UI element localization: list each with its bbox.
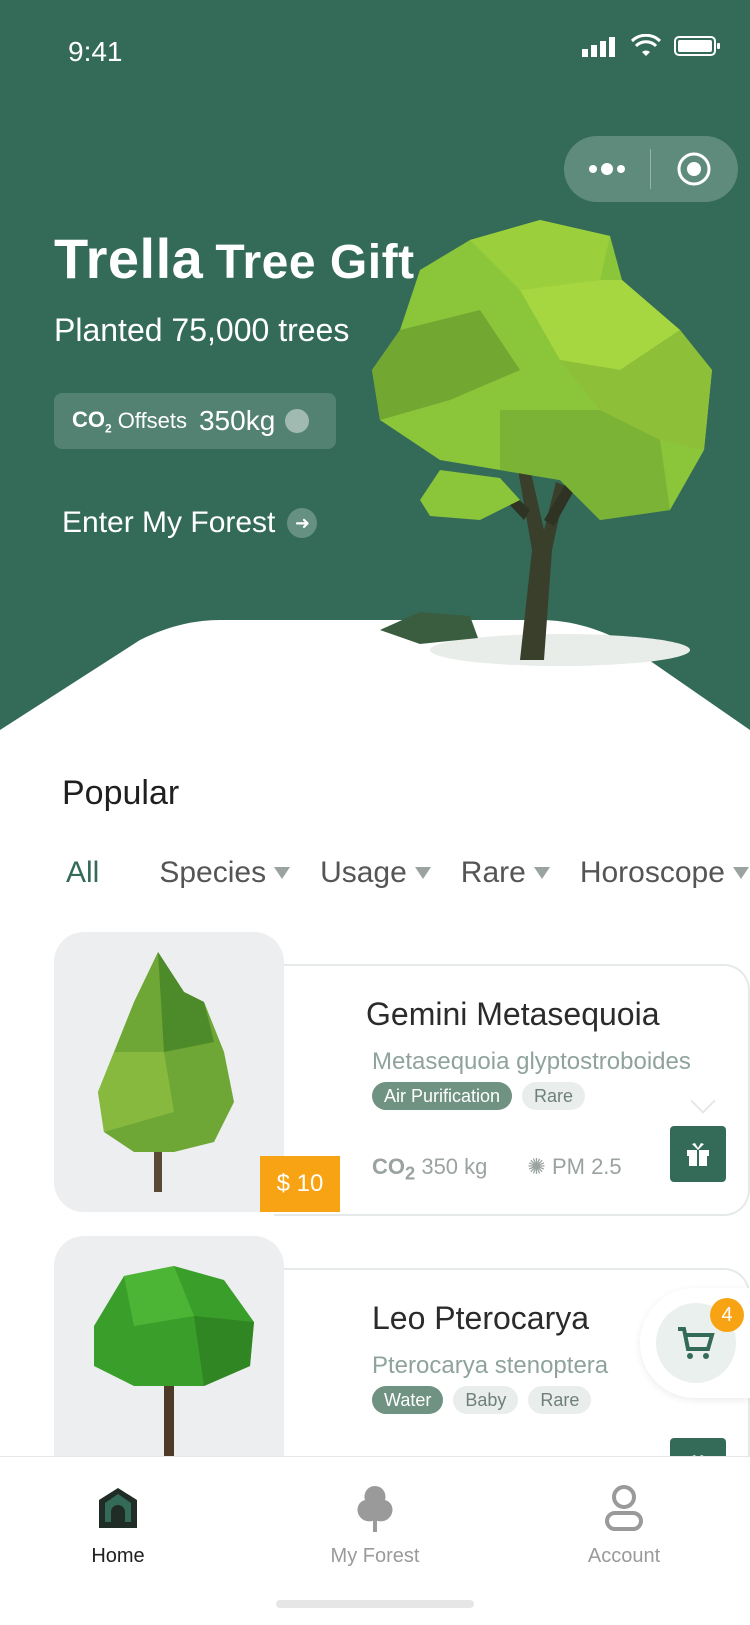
card-title: Leo Pterocarya — [372, 1300, 590, 1336]
tree-photo — [98, 952, 234, 1192]
status-icons — [582, 34, 722, 58]
filter-horoscope[interactable]: Horoscope — [580, 856, 749, 890]
planted-count: Planted 75,000 trees — [54, 312, 350, 348]
sun-icon: ✺ — [527, 1154, 546, 1179]
cart-count-badge: 4 — [710, 1298, 744, 1332]
co2-stat: CO2 350 kg — [372, 1154, 488, 1184]
caret-down-icon — [274, 867, 291, 879]
tree-illustration — [372, 220, 712, 666]
enter-forest-label: Enter My Forest — [62, 506, 276, 539]
tree-photo — [94, 1266, 254, 1456]
offset-value: 350kg — [198, 405, 276, 436]
caret-down-icon — [732, 867, 749, 879]
user-icon — [605, 1485, 643, 1531]
filter-all[interactable]: All — [66, 856, 99, 890]
filter-species[interactable]: Species — [159, 856, 291, 890]
info-dot-icon — [285, 409, 310, 433]
price-tag: $ 10 — [260, 1156, 340, 1212]
filter-bar: All Species Usage Rare Horoscope — [66, 856, 750, 890]
filter-usage[interactable]: Usage — [320, 856, 431, 890]
gift-icon — [687, 1143, 709, 1166]
home-icon — [99, 1488, 137, 1528]
enter-forest-link[interactable]: Enter My Forest ➜ — [62, 506, 318, 540]
offset-label: Offsets — [117, 408, 187, 433]
co2-icon: CO2 — [72, 406, 112, 436]
status-time: 9:41 — [68, 36, 123, 67]
section-title: Popular — [62, 774, 180, 812]
cart-button[interactable]: 4 — [640, 1288, 750, 1398]
more-button[interactable] — [564, 136, 650, 202]
caret-down-icon — [533, 867, 550, 879]
battery-icon — [674, 36, 720, 56]
tag: Air Purification — [372, 1082, 513, 1110]
more-dots-icon — [589, 163, 625, 175]
card-title: Gemini Metasequoia — [366, 996, 660, 1032]
arrow-right-icon: ➜ — [287, 508, 318, 538]
gift-button[interactable] — [670, 1126, 726, 1182]
cart-icon — [678, 1327, 715, 1359]
tab-home[interactable]: Home — [28, 1479, 208, 1568]
card-stats: CO2 350 kg ✺ PM 2.5 — [372, 1154, 622, 1184]
tree-icon — [357, 1486, 393, 1532]
filter-rare[interactable]: Rare — [461, 856, 550, 890]
tree-card[interactable]: $ 10 Gemini Metasequoia Metasequoia glyp… — [54, 932, 750, 1216]
card-tags: Air Purification Rare — [372, 1082, 586, 1110]
co2-offset-badge[interactable]: CO2 Offsets 350kg — [54, 393, 336, 449]
co2-icon: CO2 — [372, 1154, 416, 1184]
mini-program-capsule — [564, 136, 738, 202]
tab-account[interactable]: Account — [534, 1479, 714, 1568]
home-indicator — [276, 1600, 474, 1608]
tab-my-forest-label: My Forest — [330, 1545, 420, 1567]
brand-logo: Trella — [54, 227, 204, 290]
card-scientific-name: Pterocarya stenoptera — [372, 1352, 609, 1379]
wifi-icon — [630, 34, 662, 56]
card-scientific-name: Metasequoia glyptostroboides — [372, 1048, 691, 1075]
tag: Baby — [453, 1386, 519, 1414]
caret-down-icon — [414, 867, 431, 879]
close-capsule-button[interactable] — [651, 136, 737, 202]
card-tags: Water Baby Rare — [372, 1386, 592, 1414]
tag: Water — [372, 1386, 444, 1414]
tag: Rare — [522, 1082, 586, 1110]
tag: Rare — [528, 1386, 592, 1414]
signal-icon — [582, 37, 615, 57]
tab-account-label: Account — [587, 1545, 661, 1567]
tab-my-forest[interactable]: My Forest — [285, 1479, 465, 1568]
tab-home-label: Home — [91, 1545, 145, 1567]
tree-image — [54, 932, 284, 1212]
target-icon — [677, 152, 711, 186]
pm-stat: ✺ PM 2.5 — [527, 1154, 622, 1179]
